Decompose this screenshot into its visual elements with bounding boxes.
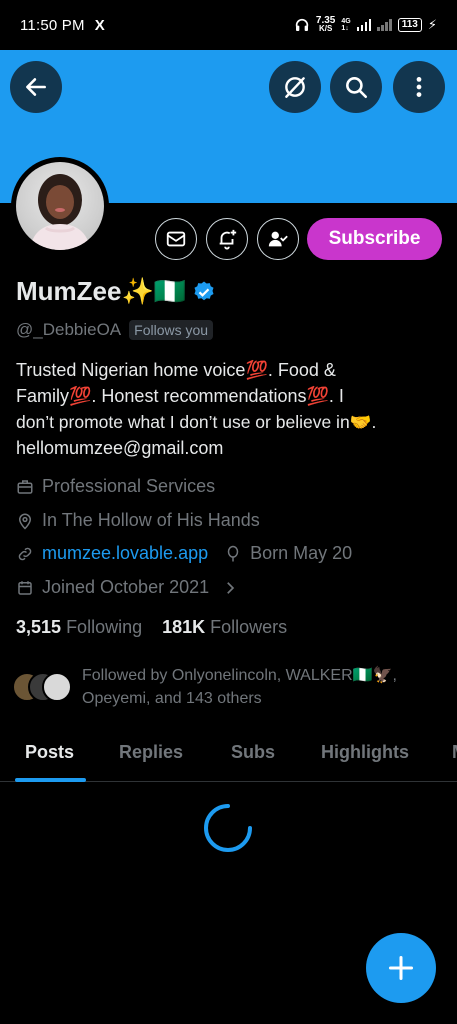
website-link[interactable]: mumzee.lovable.app [42,543,208,564]
network-speed: 7.35 K/S [315,15,336,33]
search-icon [346,77,368,99]
tab-highlights[interactable]: Highlights [321,742,409,763]
user-handle: @_DebbieOA [16,320,122,339]
active-tab-indicator [15,778,86,782]
location-text: In The Hollow of His Hands [42,510,260,530]
profile-avatar[interactable] [11,157,109,255]
followed-by[interactable]: Followed by Onlyonelincoln, WALKER🇳🇬🦅, O… [12,664,442,710]
handle-row: @_DebbieOA Follows you [16,320,214,340]
tab-media[interactable]: M [452,742,457,763]
plus-icon [388,955,414,981]
search-button[interactable] [330,61,382,113]
battery-icon: 113 [397,18,422,32]
followers-count-link[interactable]: 181K Followers [162,617,287,638]
subscribe-button[interactable]: Subscribe [307,218,442,260]
briefcase-icon [17,479,33,494]
charging-bolt-icon: ⚡ [427,17,437,32]
envelope-icon [166,231,186,247]
verified-badge-icon[interactable] [192,280,216,304]
loading-spinner-icon [204,804,252,852]
followers-label: Followers [210,617,288,637]
profile-bio: Trusted Nigerian home voice💯. Food & Fam… [16,357,446,461]
profile-tabs: Posts Replies Subs Highlights M [0,730,457,782]
profile-joined[interactable]: Joined October 2021 [16,577,239,598]
network-type: 4G 1↓ [341,18,351,32]
signal-icon [356,19,372,31]
avatar-portrait [30,174,90,250]
status-time: 11:50 PM [20,16,85,34]
status-icons: 7.35 K/S 4G 1↓ 113 ⚡ [294,15,437,33]
tab-posts[interactable]: Posts [25,742,74,763]
chevron-right-icon [227,581,235,594]
profile-category: Professional Services [16,476,215,497]
message-button[interactable] [155,218,197,260]
following-label: Following [66,617,143,637]
bio-line: Trusted Nigerian home voice💯. Food & [16,360,336,380]
avatar-photo [16,162,104,250]
profile-location: In The Hollow of His Hands [16,510,260,531]
tab-subs[interactable]: Subs [231,742,275,763]
following-button[interactable] [257,218,299,260]
compose-post-button[interactable] [366,933,436,1003]
bell-plus-icon [219,229,237,250]
signal-icon [377,19,392,31]
followers-count: 181K [162,617,206,637]
follow-counts: 3,515 Following 181K Followers [16,617,287,638]
following-count-link[interactable]: 3,515 Following [16,617,142,638]
bio-line: Family💯. Honest recommendations💯. I [16,386,344,406]
display-name-text: MumZee✨🇳🇬 [16,276,187,306]
back-arrow-icon [26,78,46,96]
category-text: Professional Services [42,476,216,496]
x-app-icon: X [94,16,105,34]
bio-line: don’t promote what I don’t use or believ… [16,412,377,432]
profile-website-birthday: mumzee.lovable.app Born May 20 [16,543,352,564]
followed-by-avatars [12,672,74,706]
follows-you-badge: Follows you [129,320,214,340]
more-vertical-icon [416,77,422,97]
birthday-text: Born May 20 [250,543,353,563]
grok-button[interactable] [269,61,321,113]
notifications-button[interactable] [206,218,248,260]
display-name: MumZee✨🇳🇬 [16,276,216,307]
balloon-icon [227,545,239,561]
more-options-button[interactable] [393,61,445,113]
user-check-icon [268,231,288,247]
joined-text: Joined October 2021 [42,577,210,597]
bio-line: hellomumzee@gmail.com [16,438,224,458]
headphones-icon [295,18,309,31]
following-count: 3,515 [16,617,62,637]
followed-by-text: Followed by Onlyonelincoln, WALKER🇳🇬🦅, O… [82,667,397,707]
tab-replies[interactable]: Replies [119,742,183,763]
link-icon [18,547,32,560]
status-bar: 11:50 PM X 7.35 K/S 4G 1↓ 113 ⚡ [0,0,457,50]
grok-icon [285,77,305,98]
avatar [42,672,72,702]
back-button[interactable] [10,61,62,113]
calendar-icon [18,580,32,595]
location-pin-icon [18,513,32,530]
